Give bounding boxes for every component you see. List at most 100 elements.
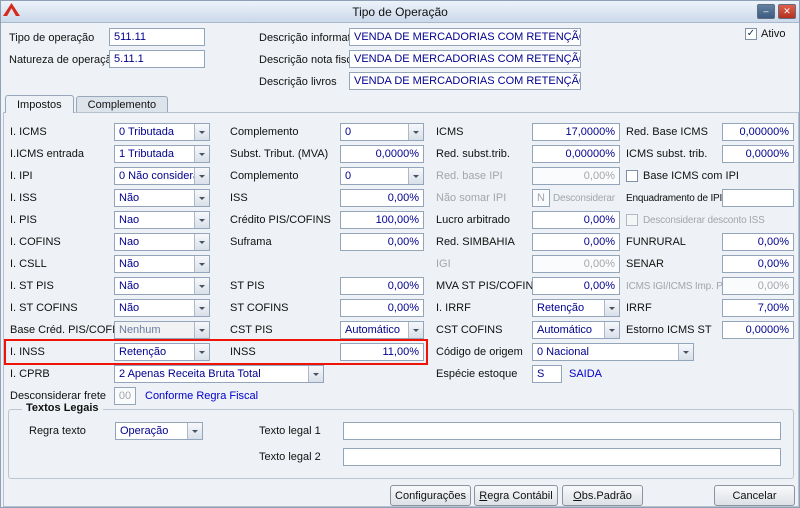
title-bar[interactable]: Tipo de Operação – ✕ — [1, 1, 799, 23]
tab-complemento[interactable]: Complemento — [75, 96, 169, 112]
desconsiderar-desconto-iss-label: Desconsiderar desconto ISS — [643, 214, 765, 226]
i-st-cofins-value: Não — [119, 302, 140, 314]
tab-complemento-label: Complemento — [87, 99, 157, 111]
i-icms-entrada-value: 1 Tributada — [119, 148, 175, 160]
close-button[interactable]: ✕ — [778, 4, 796, 19]
chevron-down-icon — [408, 168, 423, 184]
funrural-field[interactable]: 0,00% — [722, 233, 794, 251]
i-ipi-select[interactable]: 0 Não considera — [114, 167, 210, 185]
irrf-label: IRRF — [626, 302, 652, 314]
especie-estoque-group: S SAIDA — [532, 365, 794, 383]
i-csll-value: Não — [119, 258, 140, 270]
st-cofins-field[interactable]: 0,00% — [340, 299, 424, 317]
i-ipi-label: I. IPI — [10, 170, 33, 182]
chevron-down-icon — [194, 168, 209, 184]
i-st-pis-select[interactable]: Não — [114, 277, 210, 295]
natureza-operacao-field[interactable]: 5.11.1 — [109, 50, 205, 68]
complemento-ipi-select[interactable]: 0 — [340, 167, 424, 185]
tab-impostos[interactable]: Impostos — [5, 95, 74, 113]
obs-padrao-button[interactable]: Obs.Padrão — [562, 485, 643, 506]
especie-estoque-field[interactable]: S — [532, 365, 562, 383]
texto-legal-1-field[interactable] — [343, 422, 781, 440]
suframa-field[interactable]: 0,00% — [340, 233, 424, 251]
minimize-button[interactable]: – — [757, 4, 775, 19]
tipo-operacao-field[interactable]: 511.11 — [109, 28, 205, 46]
iss-field[interactable]: 0,00% — [340, 189, 424, 207]
red-base-icms-field[interactable]: 0,00000% — [722, 123, 794, 141]
i-inss-label: I. INSS — [10, 346, 45, 358]
i-iss-value: Não — [119, 192, 140, 204]
red-simbahia-field[interactable]: 0,00% — [532, 233, 620, 251]
icms-igi-field: 0,00% — [722, 277, 794, 295]
codigo-origem-select[interactable]: 0 Nacional — [532, 343, 694, 361]
irrf-field[interactable]: 7,00% — [722, 299, 794, 317]
i-irrf-value: Retenção — [537, 302, 585, 314]
i-st-pis-label: I. ST PIS — [10, 280, 54, 292]
natureza-operacao-label: Natureza de operação — [9, 54, 118, 66]
mva-st-pis-cofins-field[interactable]: 0,00% — [532, 277, 620, 295]
credito-pis-cofins-label: Crédito PIS/COFINS — [230, 214, 331, 226]
red-subst-trib-field[interactable]: 0,00000% — [532, 145, 620, 163]
i-cprb-select[interactable]: 2 Apenas Receita Bruta Total — [114, 365, 324, 383]
red-base-ipi-field: 0,00% — [532, 167, 620, 185]
configuracoes-button[interactable]: Configurações — [390, 485, 471, 506]
red-simbahia-label: Red. SIMBAHIA — [436, 236, 515, 248]
regra-texto-select[interactable]: Operação — [115, 422, 203, 440]
codigo-origem-value: 0 Nacional — [537, 346, 589, 358]
i-iss-select[interactable]: Não — [114, 189, 210, 207]
chevron-down-icon — [194, 278, 209, 294]
texto-legal-1-label: Texto legal 1 — [259, 425, 321, 437]
complemento-icms-select[interactable]: 0 — [340, 123, 424, 141]
i-inss-select[interactable]: Retenção — [114, 343, 210, 361]
texto-legal-2-field[interactable] — [343, 448, 781, 466]
inss-field[interactable]: 11,00% — [340, 343, 424, 361]
enquadramento-ipi-field[interactable] — [722, 189, 794, 207]
i-st-cofins-select[interactable]: Não — [114, 299, 210, 317]
chevron-down-icon — [194, 322, 209, 338]
cst-pis-value: Automático — [345, 324, 401, 336]
icms-subst-trib-label: ICMS subst. trib. — [626, 148, 708, 160]
inss-label: INSS — [230, 346, 256, 358]
credito-pis-cofins-field[interactable]: 100,00% — [340, 211, 424, 229]
i-pis-value: Nao — [119, 214, 140, 226]
tab-strip: Impostos Complemento — [5, 95, 170, 113]
icms-subst-trib-field[interactable]: 0,0000% — [722, 145, 794, 163]
complemento-icms-label: Complemento — [230, 126, 299, 138]
i-cofins-select[interactable]: Nao — [114, 233, 210, 251]
complemento-ipi-label: Complemento — [230, 170, 299, 182]
cst-pis-select[interactable]: Automático — [340, 321, 424, 339]
regra-contabil-button[interactable]: Regra Contábil — [474, 485, 558, 506]
descricao-livros-field[interactable]: VENDA DE MERCADORIAS COM RETENÇÃO — [349, 72, 581, 90]
desconsiderar-frete-group: 00 Conforme Regra Fiscal — [114, 387, 424, 405]
chevron-down-icon — [194, 300, 209, 316]
st-pis-field[interactable]: 0,00% — [340, 277, 424, 295]
lucro-arbitrado-field[interactable]: 0,00% — [532, 211, 620, 229]
checkbox-check-icon: ✓ — [745, 28, 757, 40]
chevron-down-icon — [604, 300, 619, 316]
descricao-informativa-field[interactable]: VENDA DE MERCADORIAS COM RETENÇÃO — [349, 28, 581, 46]
chevron-down-icon — [194, 146, 209, 162]
senar-field[interactable]: 0,00% — [722, 255, 794, 273]
subst-tribut-mva-field[interactable]: 0,0000% — [340, 145, 424, 163]
i-irrf-select[interactable]: Retenção — [532, 299, 620, 317]
i-icms-entrada-select[interactable]: 1 Tributada — [114, 145, 210, 163]
cst-cofins-select[interactable]: Automático — [532, 321, 620, 339]
chevron-down-icon — [194, 256, 209, 272]
icms-field[interactable]: 17,0000% — [532, 123, 620, 141]
chevron-down-icon — [604, 322, 619, 338]
i-pis-select[interactable]: Nao — [114, 211, 210, 229]
icms-label: ICMS — [436, 126, 464, 138]
i-cofins-value: Nao — [119, 236, 140, 248]
subst-tribut-mva-label: Subst. Tribut. (MVA) — [230, 148, 329, 160]
descricao-nota-fiscal-field[interactable]: VENDA DE MERCADORIAS COM RETENÇÃO — [349, 50, 581, 68]
st-cofins-label: ST COFINS — [230, 302, 289, 314]
st-pis-label: ST PIS — [230, 280, 265, 292]
cst-pis-label: CST PIS — [230, 324, 273, 336]
i-csll-select[interactable]: Não — [114, 255, 210, 273]
base-icms-com-ipi-checkbox[interactable]: Base ICMS com IPI — [626, 170, 794, 182]
i-icms-select[interactable]: 0 Tributada — [114, 123, 210, 141]
ativo-checkbox[interactable]: ✓ Ativo — [745, 28, 785, 40]
cancelar-button[interactable]: Cancelar — [714, 485, 795, 506]
conforme-regra-fiscal-text: Conforme Regra Fiscal — [145, 390, 259, 402]
estorno-icms-st-field[interactable]: 0,0000% — [722, 321, 794, 339]
